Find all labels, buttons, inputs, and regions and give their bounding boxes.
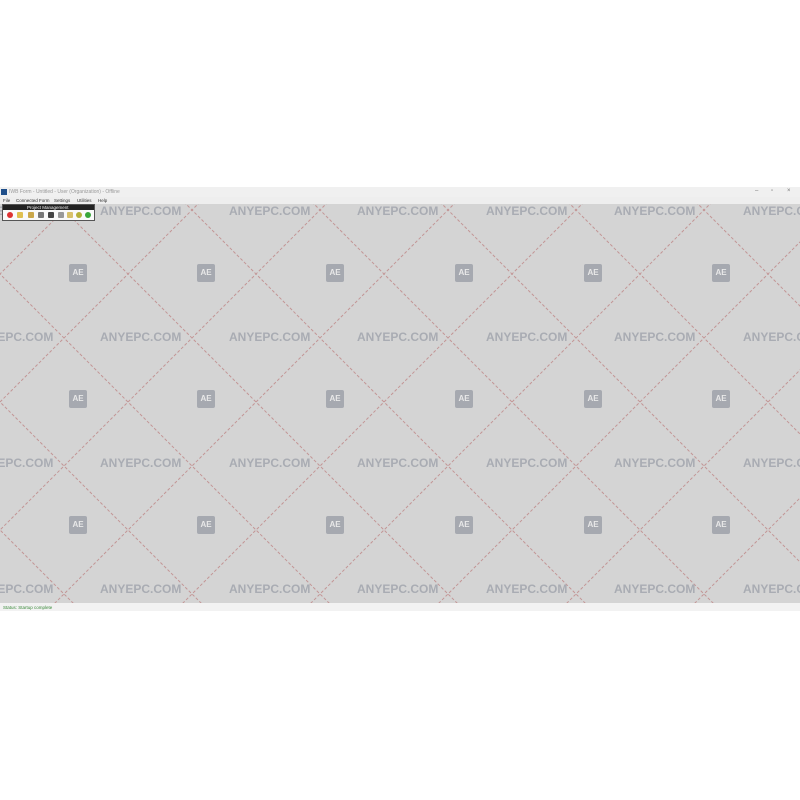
watermark-badge-icon: AE bbox=[197, 516, 215, 534]
status-bar: Status: Startup complete bbox=[0, 603, 800, 611]
watermark-badge-icon: AE bbox=[712, 516, 730, 534]
open-icon[interactable] bbox=[17, 212, 23, 218]
watermark-text: ANYEPC.COM bbox=[100, 204, 182, 218]
watermark-text: ANYEPC.COM bbox=[357, 204, 439, 218]
watermark-text: ANYEPC.COM bbox=[229, 204, 311, 218]
folder-icon[interactable] bbox=[28, 212, 34, 218]
settings-icon[interactable] bbox=[38, 212, 44, 218]
watermark-text: ANYEPC.COM bbox=[743, 330, 800, 344]
watermark-badge-icon: AE bbox=[69, 390, 87, 408]
watermark-badge-icon: AE bbox=[197, 390, 215, 408]
watermark-badge-icon: AE bbox=[712, 264, 730, 282]
watermark-badge-icon: AE bbox=[326, 516, 344, 534]
watermark-text: ANYEPC.COM bbox=[357, 330, 439, 344]
watermark-badge-icon: AE bbox=[584, 516, 602, 534]
watermark-text: ANYEPC.COM bbox=[229, 582, 311, 596]
watermark-badge-icon: AE bbox=[712, 390, 730, 408]
run-icon[interactable] bbox=[85, 212, 91, 218]
edit-icon[interactable] bbox=[67, 212, 73, 218]
watermark-badge-icon: AE bbox=[455, 516, 473, 534]
watermark-text: ANYEPC.COM bbox=[100, 456, 182, 470]
watermark-text: ANYEPC.COM bbox=[357, 456, 439, 470]
watermark-text: ANYEPC.COM bbox=[100, 582, 182, 596]
watermark-text: ANYEPC.COM bbox=[0, 330, 54, 344]
watermark-text: ANYEPC.COM bbox=[614, 582, 696, 596]
watermark-badge-icon: AE bbox=[326, 390, 344, 408]
watermark-text: ANYEPC.COM bbox=[486, 582, 568, 596]
watermark-text: ANYEPC.COM bbox=[486, 204, 568, 218]
watermark-text: ANYEPC.COM bbox=[0, 456, 54, 470]
toolbar-label: Project Management bbox=[27, 205, 69, 210]
watermark-text: ANYEPC.COM bbox=[614, 204, 696, 218]
info-icon[interactable] bbox=[76, 212, 82, 218]
watermark-badge-icon: AE bbox=[584, 390, 602, 408]
watermark-badge-icon: AE bbox=[69, 516, 87, 534]
watermark-text: ANYEPC.COM bbox=[743, 204, 800, 218]
app-window: IWB Form - Untitled - User (Organization… bbox=[0, 187, 800, 611]
watermark-text: ANYEPC.COM bbox=[100, 330, 182, 344]
watermark-badge-icon: AE bbox=[69, 264, 87, 282]
watermark-badge-icon: AE bbox=[455, 264, 473, 282]
watermark-text: ANYEPC.COM bbox=[486, 330, 568, 344]
watermark-text: ANYEPC.COM bbox=[0, 582, 54, 596]
watermark-text: ANYEPC.COM bbox=[614, 330, 696, 344]
save-icon[interactable] bbox=[48, 212, 54, 218]
watermark-badge-icon: AE bbox=[197, 264, 215, 282]
watermark-text: ANYEPC.COM bbox=[229, 456, 311, 470]
toolbar-header: Project Management bbox=[3, 205, 94, 210]
watermark-text: ANYEPC.COM bbox=[229, 330, 311, 344]
watermark-text: ANYEPC.COM bbox=[357, 582, 439, 596]
stop-icon[interactable] bbox=[7, 212, 13, 218]
watermark-text: ANYEPC.COM bbox=[743, 456, 800, 470]
project-management-toolbar: Project Management bbox=[2, 204, 95, 221]
watermark-badge-icon: AE bbox=[455, 390, 473, 408]
watermark-text: ANYEPC.COM bbox=[743, 582, 800, 596]
status-text: Status: Startup complete bbox=[3, 605, 53, 610]
print-icon[interactable] bbox=[58, 212, 64, 218]
watermark-layer: ANYEPC.COM ANYEPC.COM ANYEPC.COM ANYEPC.COM… bbox=[0, 187, 800, 611]
watermark-text: ANYEPC.COM bbox=[486, 456, 568, 470]
watermark-badge-icon: AE bbox=[584, 264, 602, 282]
watermark-badge-icon: AE bbox=[326, 264, 344, 282]
watermark-text: ANYEPC.COM bbox=[614, 456, 696, 470]
